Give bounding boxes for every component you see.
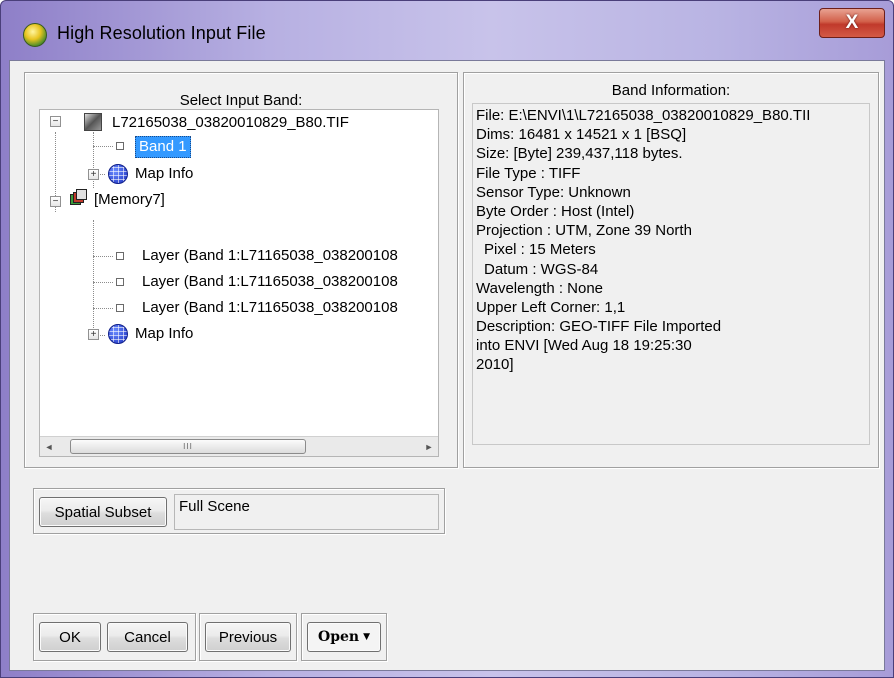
tree-layer-item[interactable]: Layer (Band 1:L71165038_038200108 [142,272,398,292]
globe-icon [108,324,128,344]
band-leaf-icon [116,142,124,150]
memory-stack-icon [70,189,88,207]
info-dims: Dims: 16481 x 14521 x 1 [BSQ] [476,126,687,144]
tree-file-node[interactable]: L72165038_03820010829_B80.TIF [112,113,349,133]
dropdown-caret-icon: ▼ [363,632,370,642]
info-upper-left: Upper Left Corner: 1,1 [476,298,626,316]
band-information-title: Band Information: [611,82,731,99]
scroll-right-arrow[interactable]: ► [420,437,438,456]
tree-layer-item[interactable]: Layer (Band 1:L71165038_038200108 [142,246,398,266]
open-button[interactable]: Open ▼ [307,622,381,652]
title-bar[interactable]: High Resolution Input File X [1,1,893,59]
image-file-icon [84,113,102,131]
app-icon [23,23,47,47]
layer-leaf-icon [116,278,124,286]
cancel-button[interactable]: Cancel [107,622,188,652]
globe-icon [108,164,128,184]
info-pixel: Pixel : 15 Meters [484,241,596,259]
info-sensor-type: Sensor Type: Unknown [476,183,631,201]
info-projection: Projection : UTM, Zone 39 North [476,222,692,240]
tree-horizontal-scrollbar[interactable]: ◄ III ► [40,436,438,456]
spatial-subset-value: Full Scene [174,494,439,530]
layer-leaf-icon [116,252,124,260]
tree-memory-node[interactable]: [Memory7] [94,190,165,210]
info-byte-order: Byte Order : Host (Intel) [476,202,635,220]
info-description: Description: GEO-TIFF File Imported [476,318,722,336]
ok-button[interactable]: OK [39,622,101,652]
info-description-cont: into ENVI [Wed Aug 18 19:25:30 [476,337,692,355]
band-tree[interactable]: − L72165038_03820010829_B80.TIF Band 1 +… [39,109,439,457]
spatial-subset-button[interactable]: Spatial Subset [39,497,167,527]
tree-memory-map-info[interactable]: Map Info [135,324,193,344]
layer-leaf-icon [116,304,124,312]
scroll-left-arrow[interactable]: ◄ [40,437,58,456]
info-file: File: E:\ENVI\1\L72165038_03820010829_B8… [476,107,811,124]
close-button[interactable]: X [819,8,885,38]
info-size: Size: [Byte] 239,437,118 bytes. [476,145,683,163]
collapse-file-node[interactable]: − [50,116,61,127]
tree-layer-item[interactable]: Layer (Band 1:L71165038_038200108 [142,298,398,318]
tree-map-info[interactable]: Map Info [135,164,193,184]
tree-band-1[interactable]: Band 1 [135,136,191,158]
previous-button[interactable]: Previous [205,622,291,652]
dialog-window: High Resolution Input File X Select Inpu… [0,0,894,678]
band-information-group: Band Information: File: E:\ENVI\1\L72165… [463,72,879,468]
dialog-body: Select Input Band: − L72165038_038200108… [9,60,885,671]
scroll-thumb[interactable]: III [70,439,306,454]
band-information-text: File: E:\ENVI\1\L72165038_03820010829_B8… [472,103,870,445]
info-wavelength: Wavelength : None [476,279,604,297]
select-input-band-group: Select Input Band: − L72165038_038200108… [24,72,458,468]
info-datum: Datum : WGS-84 [484,260,599,278]
collapse-memory-node[interactable]: − [50,196,61,207]
expand-map-info[interactable]: + [88,169,99,180]
window-title: High Resolution Input File [57,23,266,43]
info-file-type: File Type : TIFF [476,164,581,182]
open-button-label: Open [318,629,360,645]
select-input-band-title: Select Input Band: [179,92,303,109]
info-description-end: 2010] [476,356,514,374]
expand-memory-map-info[interactable]: + [88,329,99,340]
